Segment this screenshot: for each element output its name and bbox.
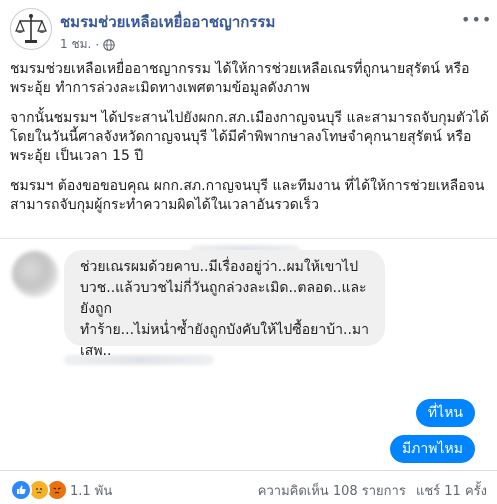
reaction-icons[interactable] bbox=[10, 479, 68, 501]
ellipsis-icon[interactable]: ••• bbox=[461, 10, 491, 30]
post-meta: 1 ชม. · bbox=[60, 35, 115, 54]
page-name-link[interactable]: ชมรมช่วยเหลือเหยื่ออาชญากรรม bbox=[60, 10, 275, 34]
facebook-post: ชมรมช่วยเหลือเหยื่ออาชญากรรม 1 ชม. · •••… bbox=[0, 0, 497, 503]
post-paragraph: ชมรมช่วยเหลือเหยื่ออาชญากรรม ได้ให้การช่… bbox=[10, 61, 470, 96]
post-paragraph: ชมรมฯ ต้องขอขอบคุณ ผกก.สภ.กาญจนบุรี และท… bbox=[10, 178, 485, 213]
incoming-message-text: ช่วยเณรผมด้วยคาบ..มีเรื่องอยู่ว่า..ผมให้… bbox=[80, 259, 369, 359]
scales-of-justice-logo bbox=[12, 10, 50, 48]
post-timestamp[interactable]: 1 ชม. bbox=[60, 35, 91, 54]
like-icon bbox=[10, 479, 32, 501]
post-footer: 1.1 พัน ความคิดเห็น 108 รายการ แชร์ 11 ค… bbox=[0, 470, 497, 504]
globe-icon[interactable] bbox=[103, 38, 115, 51]
blurred-avatar bbox=[12, 251, 58, 297]
page-avatar[interactable] bbox=[10, 8, 52, 50]
outgoing-message-bubble: ที่ไหน bbox=[415, 399, 475, 427]
reaction-count[interactable]: 1.1 พัน bbox=[70, 480, 112, 501]
outgoing-message-bubble: มีภาพไหม bbox=[389, 435, 475, 463]
post-text: ชมรมช่วยเหลือเหยื่ออาชญากรรม ได้ให้การช่… bbox=[10, 60, 490, 226]
comments-count-link[interactable]: ความคิดเห็น 108 รายการ bbox=[258, 484, 406, 499]
engagement-counts: ความคิดเห็น 108 รายการ แชร์ 11 ครั้ง bbox=[258, 480, 487, 501]
shares-count-link[interactable]: แชร์ 11 ครั้ง bbox=[416, 484, 487, 499]
post-paragraph: จากนั้นชมรมฯ ได้ประสานไปยังผกก.สภ.เมืองก… bbox=[10, 110, 489, 164]
